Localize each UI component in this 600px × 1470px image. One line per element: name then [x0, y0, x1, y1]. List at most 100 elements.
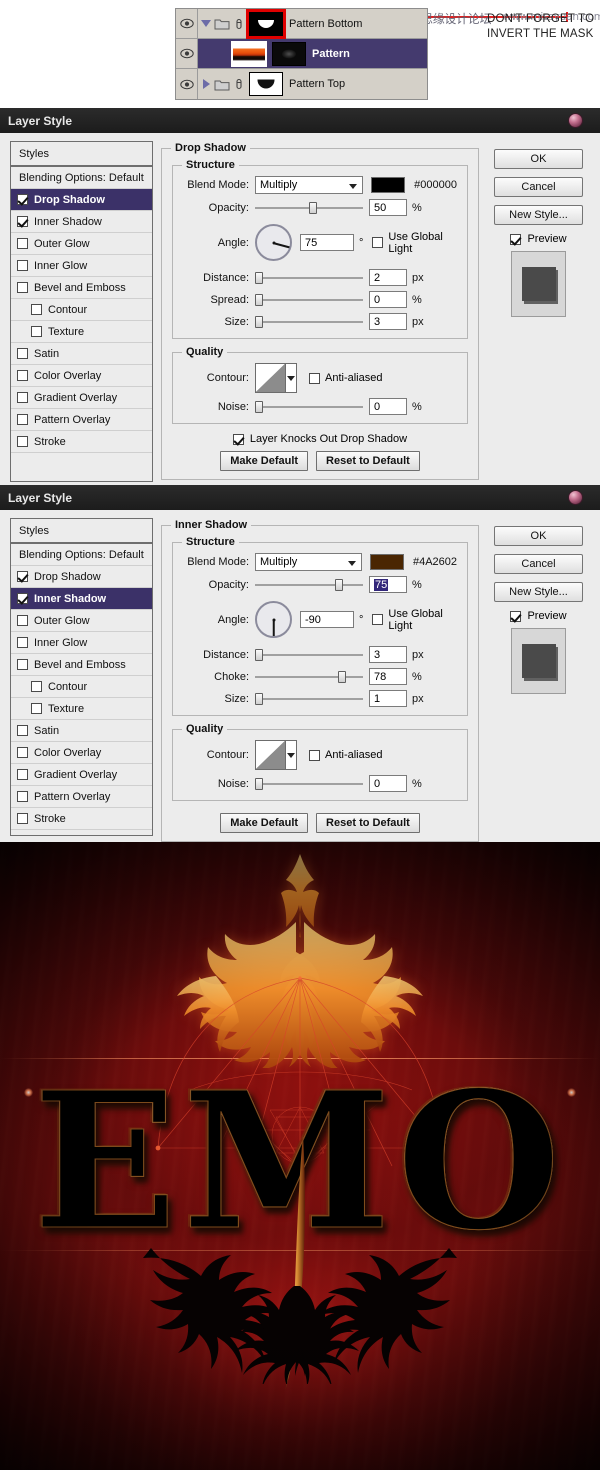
shadow-color-swatch[interactable]: [370, 554, 404, 570]
size-input[interactable]: 1: [369, 690, 407, 707]
slider-handle[interactable]: [255, 778, 263, 790]
style-item-texture[interactable]: Texture: [11, 698, 152, 720]
opacity-input[interactable]: 50: [369, 199, 407, 216]
make-default-button[interactable]: Make Default: [220, 451, 308, 471]
style-checkbox[interactable]: [17, 238, 28, 249]
preview-checkbox[interactable]: Preview: [510, 233, 566, 245]
style-checkbox[interactable]: [17, 392, 28, 403]
reset-to-default-button[interactable]: Reset to Default: [316, 813, 420, 833]
layer-mask-thumbnail[interactable]: [249, 12, 283, 36]
styles-list[interactable]: Styles Blending Options: Default Drop Sh…: [10, 141, 153, 482]
use-global-light-checkbox[interactable]: Use Global Light: [372, 231, 457, 255]
layer-visibility-toggle[interactable]: [176, 69, 198, 99]
distance-slider[interactable]: [255, 648, 363, 662]
style-checkbox[interactable]: [17, 436, 28, 447]
ok-button[interactable]: OK: [494, 526, 583, 546]
style-item-inner-shadow[interactable]: Inner Shadow: [11, 588, 152, 610]
style-checkbox[interactable]: [17, 615, 28, 626]
style-checkbox[interactable]: [17, 637, 28, 648]
angle-input[interactable]: 75: [300, 234, 354, 251]
style-item-inner-glow[interactable]: Inner Glow: [11, 255, 152, 277]
blend-mode-select[interactable]: Multiply: [255, 553, 362, 571]
slider-handle[interactable]: [255, 649, 263, 661]
reset-to-default-button[interactable]: Reset to Default: [316, 451, 420, 471]
style-item-blending-options[interactable]: Blending Options: Default: [11, 167, 152, 189]
style-item-contour[interactable]: Contour: [11, 676, 152, 698]
style-item-outer-glow[interactable]: Outer Glow: [11, 233, 152, 255]
slider-handle[interactable]: [255, 693, 263, 705]
slider-handle[interactable]: [255, 294, 263, 306]
layers-panel[interactable]: Pattern Bottom Pattern: [175, 8, 428, 100]
group-expand-toggle[interactable]: [198, 79, 214, 89]
style-checkbox[interactable]: [31, 681, 42, 692]
style-checkbox[interactable]: [17, 414, 28, 425]
new-style-button[interactable]: New Style...: [494, 582, 583, 602]
layer-row[interactable]: Pattern: [176, 39, 427, 69]
layer-mask-thumbnail[interactable]: [249, 72, 283, 96]
layer-mask-thumbnail[interactable]: [272, 42, 306, 66]
layer-knocks-out-checkbox[interactable]: Layer Knocks Out Drop Shadow: [172, 433, 468, 445]
style-item-bevel-and-emboss[interactable]: Bevel and Emboss: [11, 654, 152, 676]
style-item-gradient-overlay[interactable]: Gradient Overlay: [11, 764, 152, 786]
distance-input[interactable]: 3: [369, 646, 407, 663]
preview-checkbox[interactable]: Preview: [510, 610, 566, 622]
styles-list[interactable]: Styles Blending Options: Default Drop Sh…: [10, 518, 153, 836]
style-checkbox[interactable]: [17, 282, 28, 293]
styles-list-header[interactable]: Styles: [11, 142, 152, 167]
choke-input[interactable]: 78: [369, 668, 407, 685]
layer-row[interactable]: Pattern Bottom: [176, 9, 427, 39]
contour-picker[interactable]: [255, 363, 297, 393]
style-item-blending-options[interactable]: Blending Options: Default: [11, 544, 152, 566]
blend-mode-select[interactable]: Multiply: [255, 176, 363, 194]
link-icon[interactable]: [233, 77, 245, 91]
angle-dial[interactable]: [255, 601, 292, 638]
style-checkbox[interactable]: [17, 571, 28, 582]
opacity-slider[interactable]: [255, 578, 363, 592]
ok-button[interactable]: OK: [494, 149, 583, 169]
make-default-button[interactable]: Make Default: [220, 813, 308, 833]
cancel-button[interactable]: Cancel: [494, 177, 583, 197]
style-item-stroke[interactable]: Stroke: [11, 808, 152, 830]
style-item-gradient-overlay[interactable]: Gradient Overlay: [11, 387, 152, 409]
size-slider[interactable]: [255, 315, 363, 329]
layer-thumbnail[interactable]: [232, 42, 266, 66]
style-item-satin[interactable]: Satin: [11, 343, 152, 365]
style-item-pattern-overlay[interactable]: Pattern Overlay: [11, 786, 152, 808]
noise-slider[interactable]: [255, 777, 363, 791]
style-checkbox[interactable]: [17, 725, 28, 736]
slider-handle[interactable]: [335, 579, 343, 591]
style-item-outer-glow[interactable]: Outer Glow: [11, 610, 152, 632]
choke-slider[interactable]: [255, 670, 363, 684]
use-global-light-checkbox[interactable]: Use Global Light: [372, 608, 457, 632]
noise-input[interactable]: 0: [369, 398, 407, 415]
style-checkbox[interactable]: [17, 216, 28, 227]
style-item-stroke[interactable]: Stroke: [11, 431, 152, 453]
distance-input[interactable]: 2: [369, 269, 407, 286]
angle-dial[interactable]: [255, 224, 292, 261]
group-expand-toggle[interactable]: [198, 20, 214, 27]
angle-input[interactable]: -90: [300, 611, 354, 628]
style-checkbox[interactable]: [17, 747, 28, 758]
link-icon[interactable]: [233, 17, 245, 31]
styles-list-header[interactable]: Styles: [11, 519, 152, 544]
slider-handle[interactable]: [338, 671, 346, 683]
slider-handle[interactable]: [309, 202, 317, 214]
opacity-input[interactable]: 75: [369, 576, 407, 593]
layer-visibility-toggle[interactable]: [176, 9, 198, 38]
style-checkbox[interactable]: [31, 326, 42, 337]
spread-slider[interactable]: [255, 293, 363, 307]
layer-row[interactable]: Pattern Top: [176, 69, 427, 99]
shadow-color-swatch[interactable]: [371, 177, 405, 193]
new-style-button[interactable]: New Style...: [494, 205, 583, 225]
style-checkbox[interactable]: [17, 194, 28, 205]
style-item-drop-shadow[interactable]: Drop Shadow: [11, 566, 152, 588]
style-checkbox[interactable]: [17, 260, 28, 271]
anti-aliased-checkbox[interactable]: Anti-aliased: [309, 749, 382, 761]
style-item-drop-shadow[interactable]: Drop Shadow: [11, 189, 152, 211]
style-checkbox[interactable]: [17, 769, 28, 780]
layer-style-dialog-inner-shadow[interactable]: Layer Style Styles Blending Options: Def…: [0, 485, 600, 842]
noise-slider[interactable]: [255, 400, 363, 414]
size-slider[interactable]: [255, 692, 363, 706]
chevron-down-icon[interactable]: [286, 364, 296, 392]
opacity-slider[interactable]: [255, 201, 363, 215]
